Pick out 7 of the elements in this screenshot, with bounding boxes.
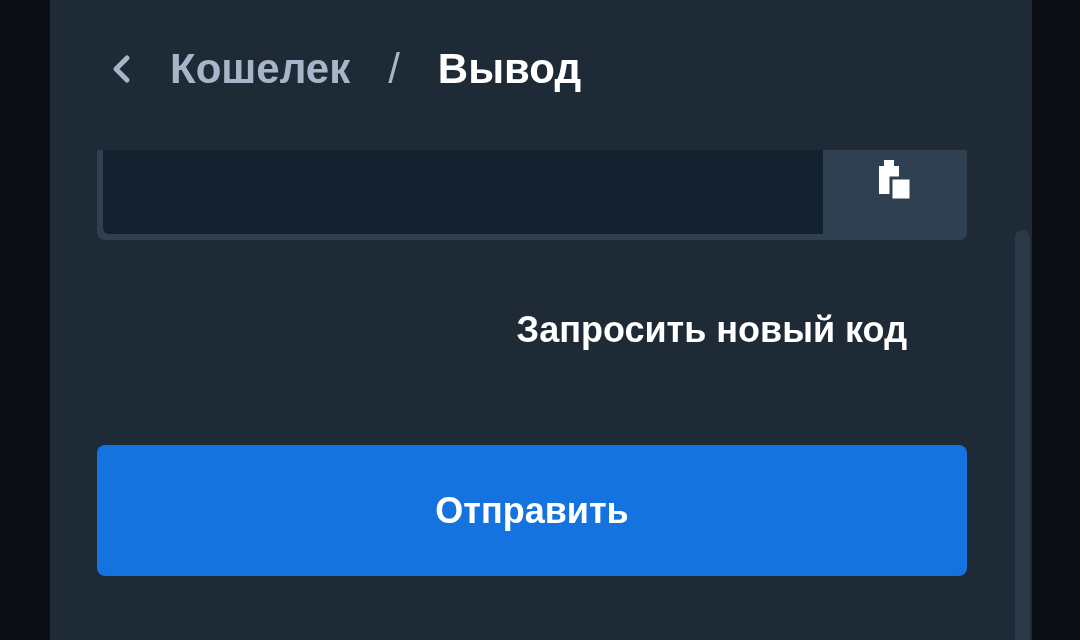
resend-code-link[interactable]: Запросить новый код (516, 308, 907, 352)
breadcrumb-link[interactable]: Кошелек (170, 45, 351, 93)
code-field[interactable] (97, 150, 967, 240)
submit-button[interactable]: Отправить (97, 445, 967, 576)
clipboard-icon (877, 158, 913, 200)
breadcrumb-separator: / (388, 45, 400, 93)
page-title: Вывод (437, 45, 582, 93)
